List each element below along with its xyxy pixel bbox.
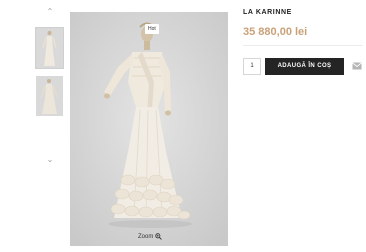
divider [243,45,363,46]
magnifier-icon [155,233,163,240]
quantity-input[interactable]: 1 [243,58,261,75]
thumbnail-front[interactable] [35,27,64,69]
thumbnail-back[interactable] [36,76,63,116]
thumbnail-column: ⌃ ⌄ [35,6,64,166]
chevron-down-icon[interactable]: ⌄ [45,156,55,164]
hot-badge: Hot [145,24,159,34]
zoom-button[interactable]: Zoom [138,233,163,240]
zoom-label: Zoom [138,233,154,240]
product-title: LA KARINNE [243,9,292,16]
main-product-image[interactable]: Zoom [70,12,228,246]
product-price: 35 880,00 lei [243,26,308,38]
envelope-icon[interactable] [352,62,362,70]
chevron-up-icon[interactable]: ⌃ [45,8,55,16]
add-to-cart-button[interactable]: ADAUGĂ ÎN COȘ [265,58,344,75]
